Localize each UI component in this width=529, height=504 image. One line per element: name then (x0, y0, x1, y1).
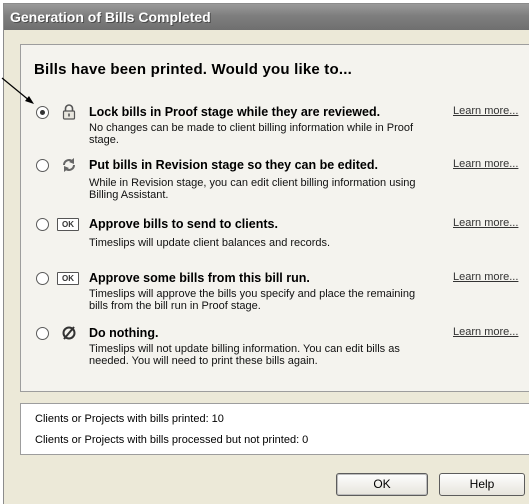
options-panel: Bills have been printed. Would you like … (20, 44, 529, 392)
learn-more-link[interactable]: Learn more... (453, 271, 518, 283)
option-description: No changes can be made to client billing… (89, 122, 414, 146)
learn-more-link[interactable]: Learn more... (453, 105, 518, 117)
heading: Bills have been printed. Would you like … (34, 61, 352, 78)
option-description: While in Revision stage, you can edit cl… (89, 177, 416, 201)
status-panel: Clients or Projects with bills printed: … (20, 403, 529, 455)
option-description: Timeslips will not update billing inform… (89, 343, 400, 367)
ok-button[interactable]: OK (336, 473, 428, 496)
option-title: Lock bills in Proof stage while they are… (89, 105, 381, 119)
radio-revision-stage[interactable] (36, 159, 49, 172)
option-title: Put bills in Revision stage so they can … (89, 158, 378, 172)
learn-more-link[interactable]: Learn more... (453, 158, 518, 170)
radio-do-nothing[interactable] (36, 327, 49, 340)
window-title: Generation of Bills Completed (10, 9, 211, 25)
bills-printed-count: Clients or Projects with bills printed: … (35, 413, 224, 425)
ok-badge-icon: OK (57, 218, 79, 231)
radio-approve-all[interactable] (36, 218, 49, 231)
learn-more-link[interactable]: Learn more... (453, 217, 518, 229)
option-description: Timeslips will update client balances an… (89, 237, 331, 249)
dialog-window: Generation of Bills Completed Bills have… (3, 3, 529, 504)
no-symbol-icon (59, 325, 79, 341)
radio-approve-some[interactable] (36, 272, 49, 285)
annotation-arrow (1, 77, 34, 104)
help-button[interactable]: Help (439, 473, 525, 496)
lock-icon (59, 104, 79, 120)
option-title: Do nothing. (89, 326, 159, 340)
learn-more-link[interactable]: Learn more... (453, 326, 518, 338)
option-title: Approve some bills from this bill run. (89, 271, 310, 285)
revision-arrows-icon (59, 157, 79, 173)
ok-badge-icon: OK (57, 272, 79, 285)
title-bar[interactable]: Generation of Bills Completed (4, 4, 529, 30)
bills-not-printed-count: Clients or Projects with bills processed… (35, 434, 309, 446)
option-title: Approve bills to send to clients. (89, 217, 278, 231)
option-description: Timeslips will approve the bills you spe… (89, 288, 416, 312)
